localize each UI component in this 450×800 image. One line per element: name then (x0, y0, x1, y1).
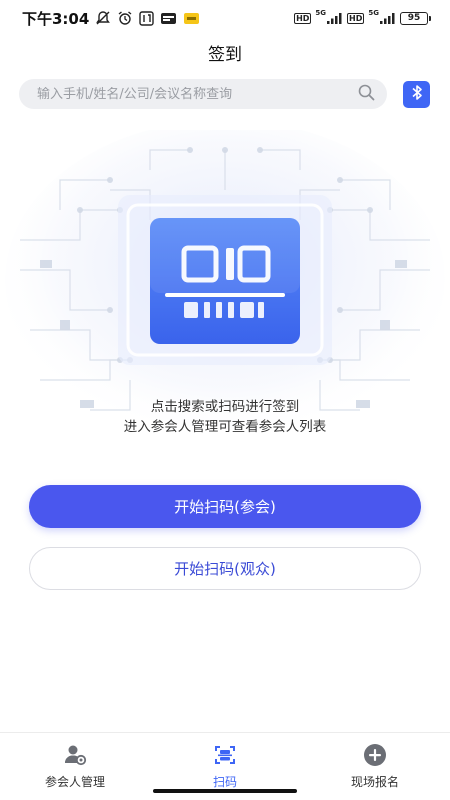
hint-text-line1: 点击搜索或扫码进行签到 (150, 399, 300, 415)
scan-audience-button[interactable]: 开始扫码(观众) (29, 547, 421, 590)
search-icon[interactable] (358, 84, 375, 105)
nav-item-attendee-manage[interactable]: 参会人管理 (0, 733, 150, 800)
alarm-icon (117, 10, 133, 26)
signal-icon (380, 12, 396, 24)
scan-illustration: 点击搜索或扫码进行签到 进入参会人管理可查看参会人列表 (0, 130, 450, 460)
attendee-manage-icon (63, 743, 87, 767)
status-time: 下午3:04 (22, 9, 90, 28)
search-input[interactable] (37, 86, 358, 102)
add-circle-icon (363, 743, 387, 767)
status-right: HD 5G HD 5G 95 (294, 9, 431, 25)
app-notification-icon (139, 10, 155, 26)
hint-text-line2: 进入参会人管理可查看参会人列表 (123, 419, 327, 435)
home-indicator[interactable] (153, 789, 297, 793)
scan-icon (213, 743, 237, 767)
app-notification-icon (183, 11, 200, 26)
nav-label-attendee-manage: 参会人管理 (44, 775, 105, 789)
scan-attendee-button[interactable]: 开始扫码(参会) (29, 485, 421, 528)
app-notification-icon (160, 11, 177, 26)
network-type: 5G (368, 9, 379, 17)
status-left: 下午3:04 (22, 8, 200, 29)
hd-badge: HD (347, 12, 365, 24)
bluetooth-icon (410, 84, 424, 105)
search-bar[interactable] (19, 79, 387, 109)
status-bar: 下午3:04 HD 5G HD 5G 95 (0, 0, 450, 36)
bluetooth-button[interactable] (403, 81, 430, 108)
nav-label-scan: 扫码 (212, 775, 237, 789)
hd-badge: HD (294, 12, 312, 24)
nav-label-onsite-register: 现场报名 (350, 775, 399, 789)
nav-item-onsite-register[interactable]: 现场报名 (300, 733, 450, 800)
mute-icon (95, 10, 111, 26)
page-title: 签到 (208, 45, 242, 65)
network-type: 5G (315, 9, 327, 17)
battery-indicator: 95 (400, 11, 431, 25)
signal-icon (327, 12, 343, 24)
